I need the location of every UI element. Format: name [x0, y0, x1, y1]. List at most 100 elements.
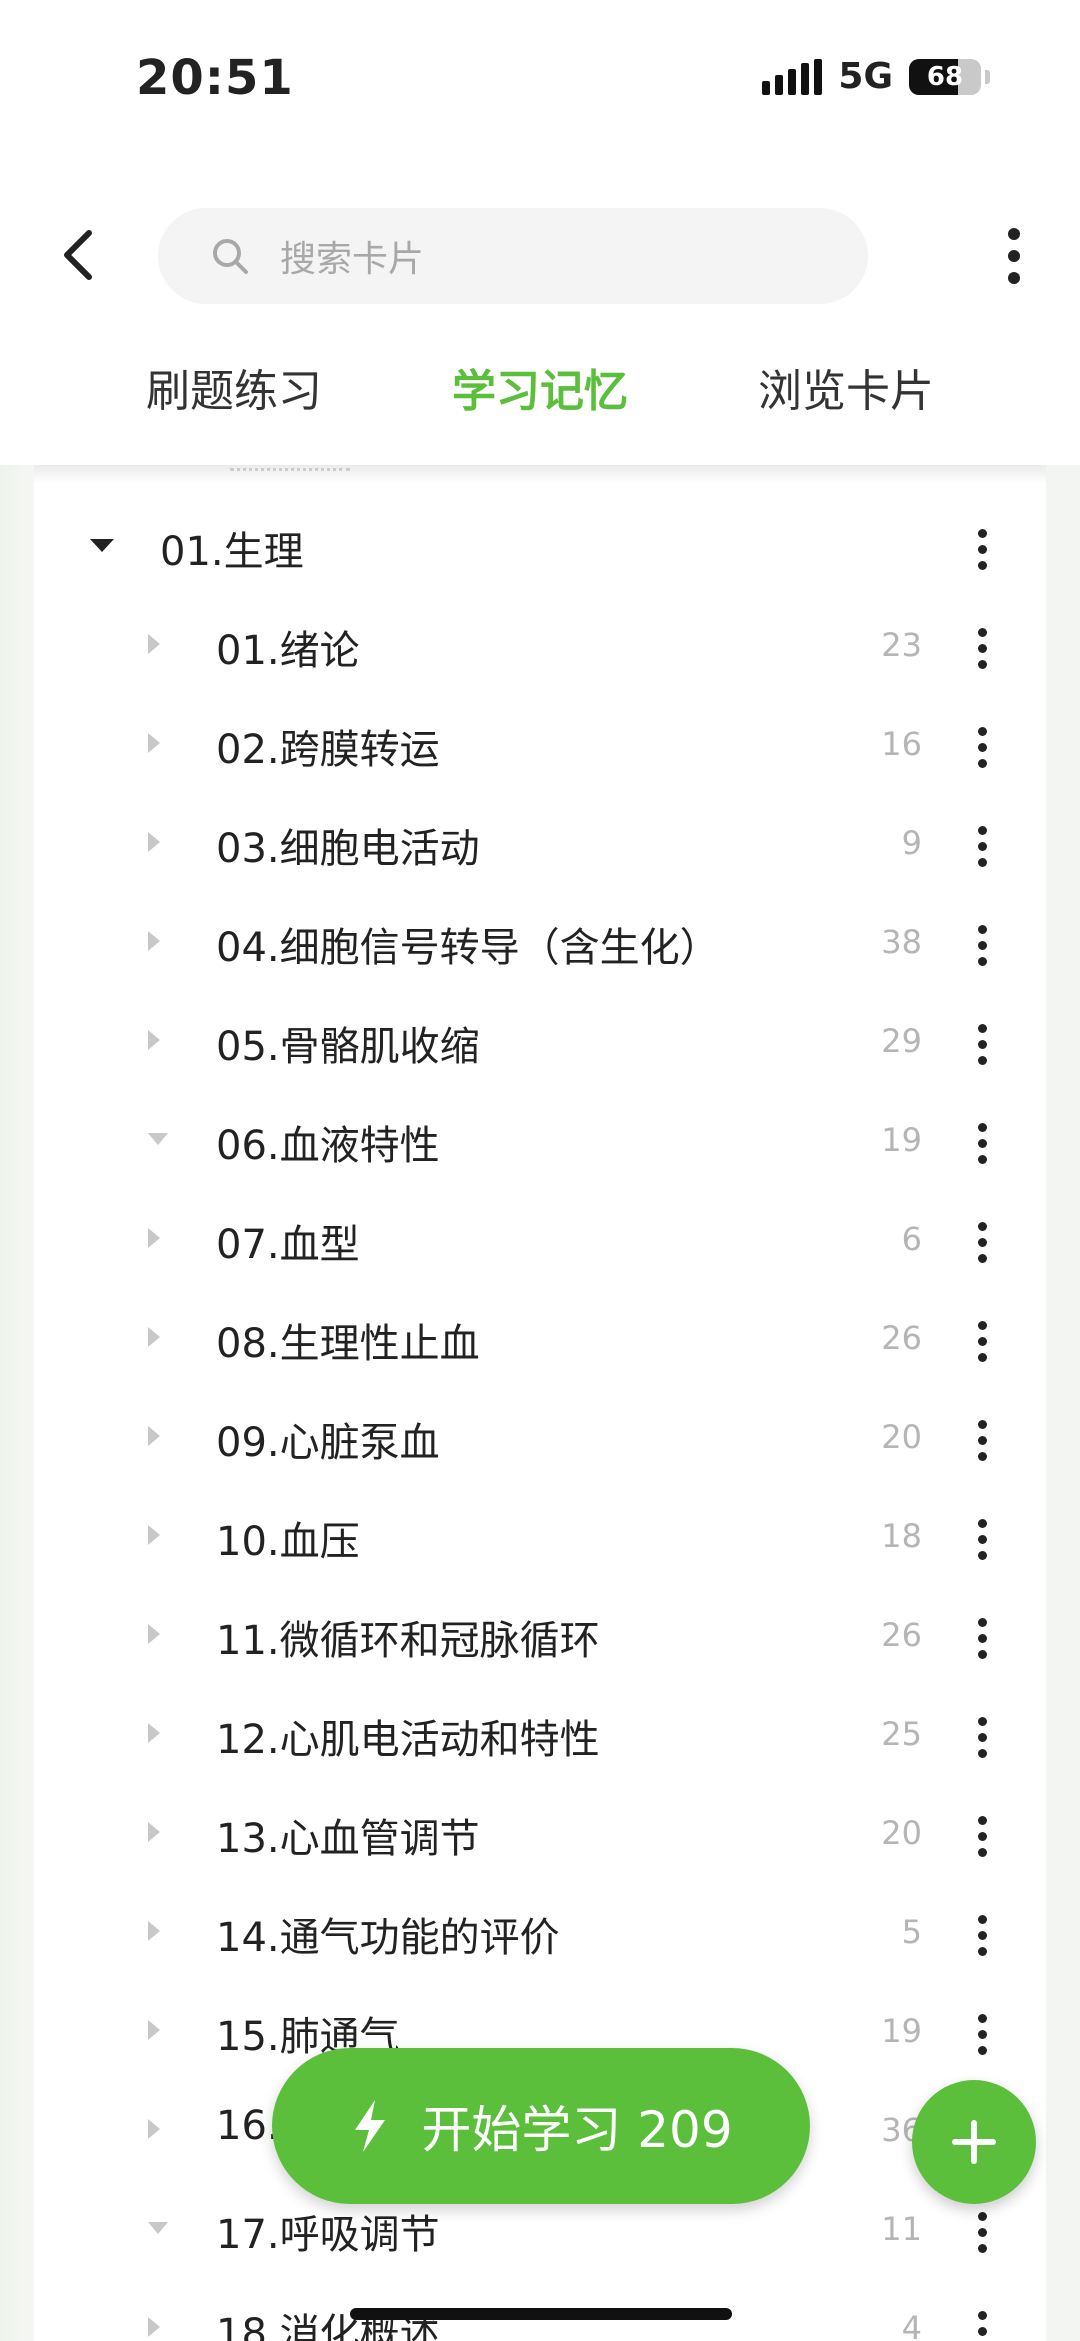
caret-right-icon[interactable] [148, 1624, 160, 1644]
tab-browse[interactable]: 浏览卡片 [758, 355, 934, 419]
deck-more-button[interactable] [962, 1214, 1002, 1270]
card-count: 20 [881, 1814, 922, 1852]
more-vertical-icon [977, 2211, 987, 2253]
deck-row[interactable]: 13.心血管调节 20 [34, 1784, 1046, 1883]
deck-more-button[interactable] [962, 719, 1002, 775]
status-bar: 20:51 5G 68 [0, 0, 1080, 150]
deck-label: 12.心肌电活动和特性 [216, 1717, 600, 1763]
deck-label: 17.呼吸调节 [216, 2212, 440, 2258]
more-vertical-icon [977, 1914, 987, 1956]
more-vertical-icon [977, 627, 987, 669]
deck-label: 01.生理 [160, 529, 304, 575]
caret-right-icon[interactable] [148, 1921, 160, 1941]
deck-label: 03.细胞电活动 [216, 826, 480, 872]
more-vertical-icon [977, 528, 987, 570]
search-input[interactable]: 搜索卡片 [158, 208, 868, 304]
caret-down-icon[interactable] [90, 535, 114, 552]
deck-row[interactable]: 11.微循环和冠脉循环 26 [34, 1586, 1046, 1685]
more-options-button[interactable] [984, 218, 1044, 294]
more-vertical-icon [977, 1617, 987, 1659]
caret-right-icon[interactable] [148, 1525, 160, 1545]
caret-right-icon[interactable] [148, 832, 160, 852]
caret-right-icon[interactable] [148, 2317, 160, 2337]
caret-right-icon[interactable] [148, 634, 160, 654]
deck-more-button[interactable] [962, 917, 1002, 973]
plus-icon [952, 2120, 996, 2164]
scrolled-row-remnant [230, 465, 350, 471]
deck-row[interactable]: 04.细胞信号转导（含生化） 38 [34, 893, 1046, 992]
card-count: 4 [901, 2309, 922, 2341]
back-button[interactable] [44, 220, 114, 290]
more-vertical-icon [977, 1023, 987, 1065]
deck-more-button[interactable] [962, 1907, 1002, 1963]
deck-more-button[interactable] [962, 1511, 1002, 1567]
deck-more-button[interactable] [962, 2204, 1002, 2260]
deck-label: 14.通气功能的评价 [216, 1915, 560, 1961]
deck-row[interactable]: 10.血压 18 [34, 1487, 1046, 1586]
caret-right-icon[interactable] [148, 2020, 160, 2040]
add-button[interactable] [912, 2080, 1036, 2204]
deck-more-button[interactable] [962, 1412, 1002, 1468]
deck-row[interactable]: 12.心肌电活动和特性 25 [34, 1685, 1046, 1784]
more-vertical-icon [977, 825, 987, 867]
card-count: 29 [881, 1022, 922, 1060]
deck-more-button[interactable] [962, 1115, 1002, 1171]
signal-icon [762, 58, 823, 95]
caret-right-icon[interactable] [148, 1723, 160, 1743]
deck-more-button[interactable] [962, 2303, 1002, 2341]
deck-row[interactable]: 14.通气功能的评价 5 [34, 1883, 1046, 1982]
card-count: 26 [881, 1319, 922, 1357]
deck-label: 10.血压 [216, 1519, 360, 1565]
deck-more-button[interactable] [962, 521, 1002, 577]
deck-label: 11.微循环和冠脉循环 [216, 1618, 600, 1664]
caret-right-icon[interactable] [148, 1426, 160, 1446]
caret-right-icon[interactable] [148, 931, 160, 951]
more-vertical-icon [977, 1419, 987, 1461]
caret-right-icon[interactable] [148, 1327, 160, 1347]
deck-more-button[interactable] [962, 1610, 1002, 1666]
deck-row[interactable]: 09.心脏泵血 20 [34, 1388, 1046, 1487]
card-count: 19 [881, 2012, 922, 2050]
deck-label: 06.血液特性 [216, 1123, 440, 1169]
scroll-shadow [34, 465, 1046, 483]
deck-row[interactable]: 06.血液特性 19 [34, 1091, 1046, 1190]
more-vertical-icon [977, 2310, 987, 2341]
caret-right-icon[interactable] [148, 1822, 160, 1842]
caret-down-icon[interactable] [148, 2218, 168, 2234]
caret-right-icon[interactable] [148, 2119, 160, 2139]
deck-row[interactable]: 07.血型 6 [34, 1190, 1046, 1289]
deck-row[interactable]: 05.骨骼肌收缩 29 [34, 992, 1046, 1091]
deck-row-parent[interactable]: 01.生理 [34, 497, 1046, 596]
caret-right-icon[interactable] [148, 1228, 160, 1248]
lightning-icon [355, 2100, 386, 2152]
deck-more-button[interactable] [962, 1313, 1002, 1369]
caret-right-icon[interactable] [148, 733, 160, 753]
network-type: 5G [838, 56, 893, 97]
deck-row[interactable]: 08.生理性止血 26 [34, 1289, 1046, 1388]
tab-practice[interactable]: 刷题练习 [146, 355, 322, 419]
tab-study[interactable]: 学习记忆 [452, 355, 628, 419]
caret-down-icon[interactable] [148, 1129, 168, 1145]
deck-row[interactable]: 03.细胞电活动 9 [34, 794, 1046, 893]
start-study-button[interactable]: 开始学习 209 [272, 2048, 810, 2204]
deck-more-button[interactable] [962, 1016, 1002, 1072]
status-indicators: 5G 68 [762, 56, 990, 97]
deck-more-button[interactable] [962, 2006, 1002, 2062]
more-vertical-icon [1008, 228, 1020, 284]
card-count: 11 [881, 2210, 922, 2248]
card-count: 20 [881, 1418, 922, 1456]
deck-row[interactable]: 01.绪论 23 [34, 596, 1046, 695]
caret-right-icon[interactable] [148, 1030, 160, 1050]
deck-more-button[interactable] [962, 620, 1002, 676]
deck-label: 04.细胞信号转导（含生化） [216, 925, 720, 971]
deck-label: 02.跨膜转运 [216, 727, 440, 773]
card-count: 18 [881, 1517, 922, 1555]
deck-more-button[interactable] [962, 1709, 1002, 1765]
deck-more-button[interactable] [962, 818, 1002, 874]
card-count: 26 [881, 1616, 922, 1654]
deck-label: 01.绪论 [216, 628, 360, 674]
card-count: 38 [881, 923, 922, 961]
deck-label: 08.生理性止血 [216, 1321, 480, 1367]
deck-row[interactable]: 02.跨膜转运 16 [34, 695, 1046, 794]
deck-more-button[interactable] [962, 1808, 1002, 1864]
